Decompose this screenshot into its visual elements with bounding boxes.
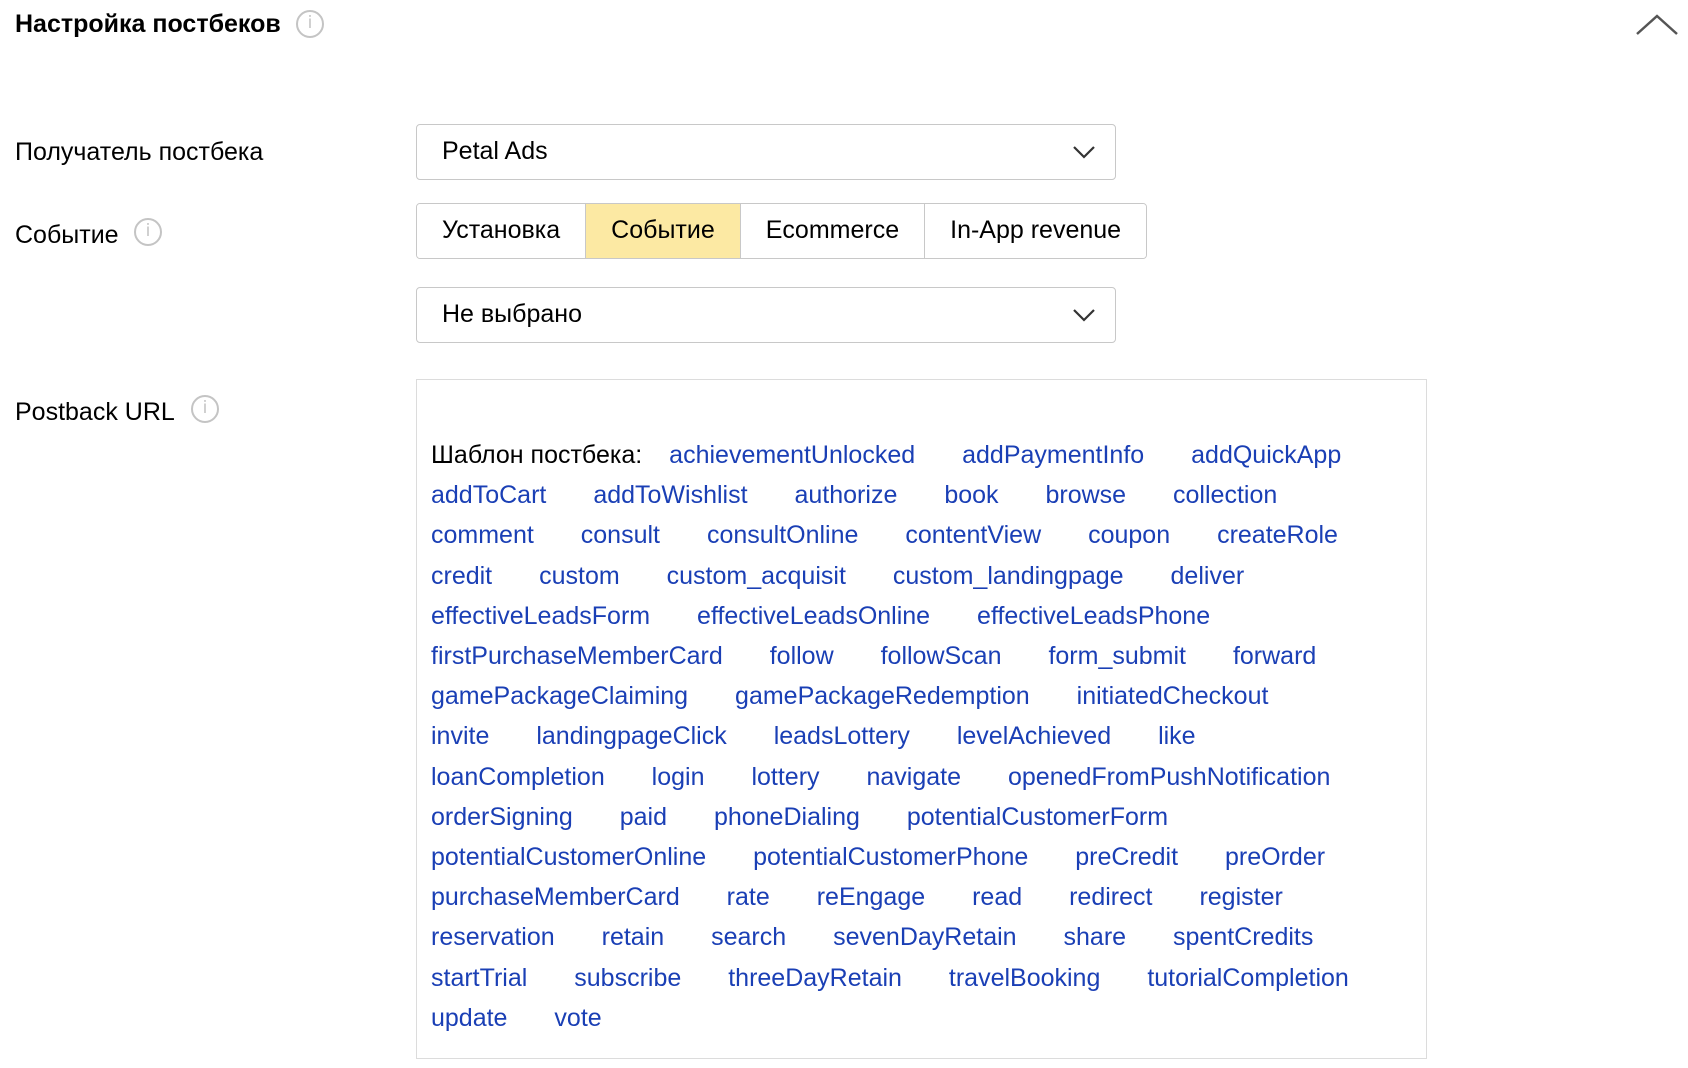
template-macro-link[interactable]: sevenDayRetain	[833, 923, 1016, 951]
template-macro-link[interactable]: effectiveLeadsOnline	[697, 602, 930, 630]
template-macro-link[interactable]: reEngage	[817, 883, 925, 911]
event-select[interactable]: Не выбрано	[416, 287, 1116, 343]
template-macro-link[interactable]: paid	[620, 803, 667, 831]
template-macro-link[interactable]: reservation	[431, 923, 555, 951]
template-macro-link[interactable]: like	[1158, 722, 1196, 750]
info-icon[interactable]: i	[296, 10, 324, 38]
recipient-select-value: Petal Ads	[442, 137, 548, 165]
template-macro-link[interactable]: achievementUnlocked	[669, 441, 915, 469]
postback-template: Шаблон постбека: achievementUnlocked add…	[431, 435, 1391, 1038]
template-macro-link[interactable]: register	[1199, 883, 1282, 911]
tab-ecommerce[interactable]: Ecommerce	[740, 204, 926, 258]
template-macro-link[interactable]: credit	[431, 562, 492, 590]
template-macro-link[interactable]: purchaseMemberCard	[431, 883, 680, 911]
template-macro-link[interactable]: addQuickApp	[1191, 441, 1341, 469]
event-type-tabs: Установка Событие Ecommerce In-App reven…	[416, 203, 1148, 259]
template-macro-link[interactable]: potentialCustomerForm	[907, 803, 1168, 831]
template-macro-link[interactable]: firstPurchaseMemberCard	[431, 642, 723, 670]
template-macro-link[interactable]: follow	[770, 642, 834, 670]
collapse-button[interactable]	[1634, 10, 1680, 38]
template-macro-link[interactable]: custom	[539, 562, 620, 590]
template-macro-link[interactable]: lottery	[751, 763, 819, 791]
template-macro-link[interactable]: addToCart	[431, 481, 546, 509]
template-macro-link[interactable]: share	[1064, 923, 1127, 951]
template-macro-link[interactable]: vote	[554, 1004, 601, 1032]
template-macro-link[interactable]: gamePackageRedemption	[735, 682, 1030, 710]
template-macro-link[interactable]: effectiveLeadsForm	[431, 602, 650, 630]
template-macro-link[interactable]: search	[711, 923, 786, 951]
template-macro-link[interactable]: authorize	[795, 481, 898, 509]
template-macro-link[interactable]: initiatedCheckout	[1077, 682, 1269, 710]
template-macro-link[interactable]: followScan	[881, 642, 1002, 670]
template-macro-link[interactable]: invite	[431, 722, 489, 750]
template-macro-link[interactable]: effectiveLeadsPhone	[977, 602, 1210, 630]
template-macro-link[interactable]: book	[944, 481, 998, 509]
template-macro-link[interactable]: levelAchieved	[957, 722, 1111, 750]
template-macro-link[interactable]: form_submit	[1048, 642, 1186, 670]
template-macro-link[interactable]: startTrial	[431, 964, 527, 992]
template-macro-link[interactable]: browse	[1045, 481, 1126, 509]
template-macro-link[interactable]: deliver	[1171, 562, 1245, 590]
template-macro-link[interactable]: preCredit	[1075, 843, 1178, 871]
template-macro-link[interactable]: contentView	[905, 521, 1041, 549]
section-title: Настройка постбеков	[15, 10, 281, 38]
template-macro-link[interactable]: navigate	[867, 763, 962, 791]
template-macro-link[interactable]: tutorialCompletion	[1147, 964, 1349, 992]
template-macro-link[interactable]: preOrder	[1225, 843, 1325, 871]
template-macro-link[interactable]: consult	[581, 521, 660, 549]
tab-in-app-revenue[interactable]: In-App revenue	[925, 204, 1147, 258]
template-macro-link[interactable]: orderSigning	[431, 803, 573, 831]
template-macro-link[interactable]: collection	[1173, 481, 1277, 509]
info-icon[interactable]: i	[134, 218, 162, 246]
event-select-value: Не выбрано	[442, 300, 582, 328]
template-macro-link[interactable]: retain	[602, 923, 665, 951]
template-macro-link[interactable]: comment	[431, 521, 534, 549]
template-macro-link[interactable]: threeDayRetain	[728, 964, 902, 992]
postback-url-field[interactable]: Шаблон постбека: achievementUnlocked add…	[416, 379, 1427, 1059]
chevron-up-icon	[1636, 14, 1678, 35]
template-macro-link[interactable]: gamePackageClaiming	[431, 682, 688, 710]
recipient-label: Получатель постбека	[15, 138, 264, 166]
template-macro-link[interactable]: subscribe	[574, 964, 681, 992]
template-macro-link[interactable]: openedFromPushNotification	[1008, 763, 1330, 791]
tab-event[interactable]: Событие	[586, 204, 741, 258]
tab-install[interactable]: Установка	[417, 204, 587, 258]
template-macro-link[interactable]: rate	[727, 883, 770, 911]
template-label: Шаблон постбека:	[431, 441, 643, 469]
template-macro-link[interactable]: consultOnline	[707, 521, 858, 549]
template-macro-link[interactable]: createRole	[1217, 521, 1338, 549]
template-macro-link[interactable]: update	[431, 1004, 507, 1032]
template-macro-link[interactable]: travelBooking	[949, 964, 1100, 992]
template-macro-link[interactable]: potentialCustomerOnline	[431, 843, 706, 871]
template-macro-link[interactable]: forward	[1233, 642, 1316, 670]
template-macro-link[interactable]: redirect	[1069, 883, 1152, 911]
event-label: Событие	[15, 221, 119, 249]
template-macro-link[interactable]: addToWishlist	[593, 481, 747, 509]
template-macro-link[interactable]: leadsLottery	[774, 722, 910, 750]
chevron-down-icon	[1073, 146, 1095, 159]
template-macro-link[interactable]: landingpageClick	[536, 722, 726, 750]
template-macro-link[interactable]: phoneDialing	[714, 803, 860, 831]
template-macro-link[interactable]: login	[652, 763, 705, 791]
template-macro-link[interactable]: loanCompletion	[431, 763, 605, 791]
postback-settings-panel: Настройка постбеков i Получатель постбек…	[0, 0, 1688, 1068]
template-macro-link[interactable]: coupon	[1088, 521, 1170, 549]
template-macro-link[interactable]: spentCredits	[1173, 923, 1313, 951]
template-macro-link[interactable]: custom_landingpage	[893, 562, 1124, 590]
chevron-down-icon	[1073, 309, 1095, 322]
template-macro-link[interactable]: read	[972, 883, 1022, 911]
template-macro-link[interactable]: potentialCustomerPhone	[753, 843, 1028, 871]
postback-url-label: Postback URL	[15, 398, 175, 426]
info-icon[interactable]: i	[191, 395, 219, 423]
template-macro-link[interactable]: addPaymentInfo	[962, 441, 1144, 469]
recipient-select[interactable]: Petal Ads	[416, 124, 1116, 180]
template-macro-link[interactable]: custom_acquisit	[667, 562, 846, 590]
